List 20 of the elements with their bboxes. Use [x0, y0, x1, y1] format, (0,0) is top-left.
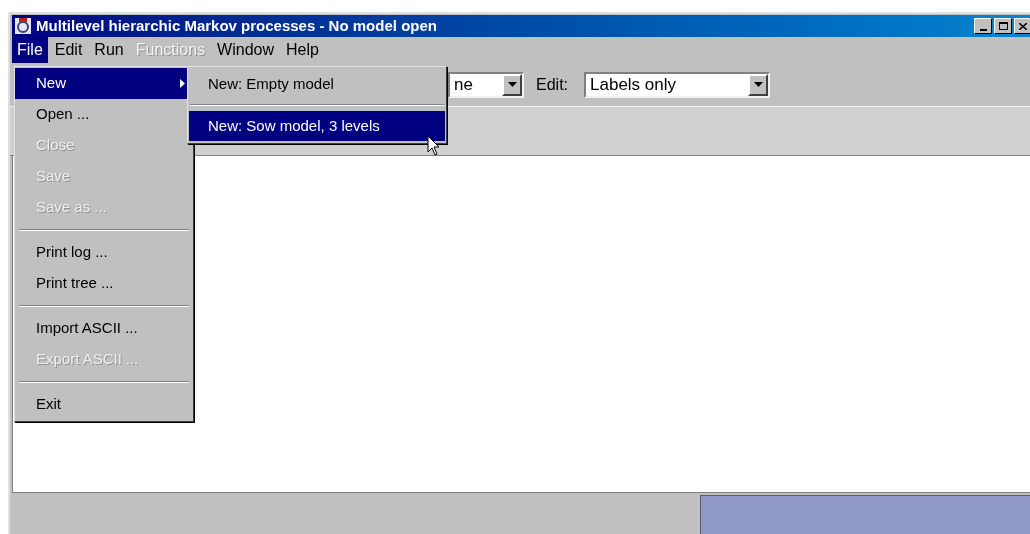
submenu-arrow-icon [180, 79, 185, 88]
minimize-button[interactable] [974, 18, 992, 34]
menu-entry[interactable]: Print tree ... [15, 268, 193, 299]
menu-item[interactable]: File [12, 37, 48, 63]
menu-entry[interactable]: New: Sow model, 3 levels [189, 111, 445, 141]
window-title: Multilevel hierarchic Markov processes - No model open [36, 15, 437, 36]
menu-item[interactable]: Edit [49, 37, 88, 63]
edit-label: Edit: [536, 74, 568, 95]
close-button[interactable] [1014, 18, 1030, 34]
view-combo[interactable]: ne [448, 71, 524, 98]
menu-entry[interactable]: Import ASCII ... [15, 313, 193, 344]
menu-entry[interactable]: Print log ... [15, 237, 193, 268]
maximize-button[interactable] [994, 18, 1012, 34]
close-icon [1019, 22, 1027, 30]
app-icon [14, 17, 32, 35]
menu-item[interactable]: Help [281, 37, 324, 63]
menu-item[interactable]: Run [89, 37, 129, 63]
menu-entry[interactable]: Exit [15, 389, 193, 420]
edit-combo[interactable]: Labels only [584, 71, 770, 98]
menu-item[interactable]: Window [212, 37, 279, 63]
